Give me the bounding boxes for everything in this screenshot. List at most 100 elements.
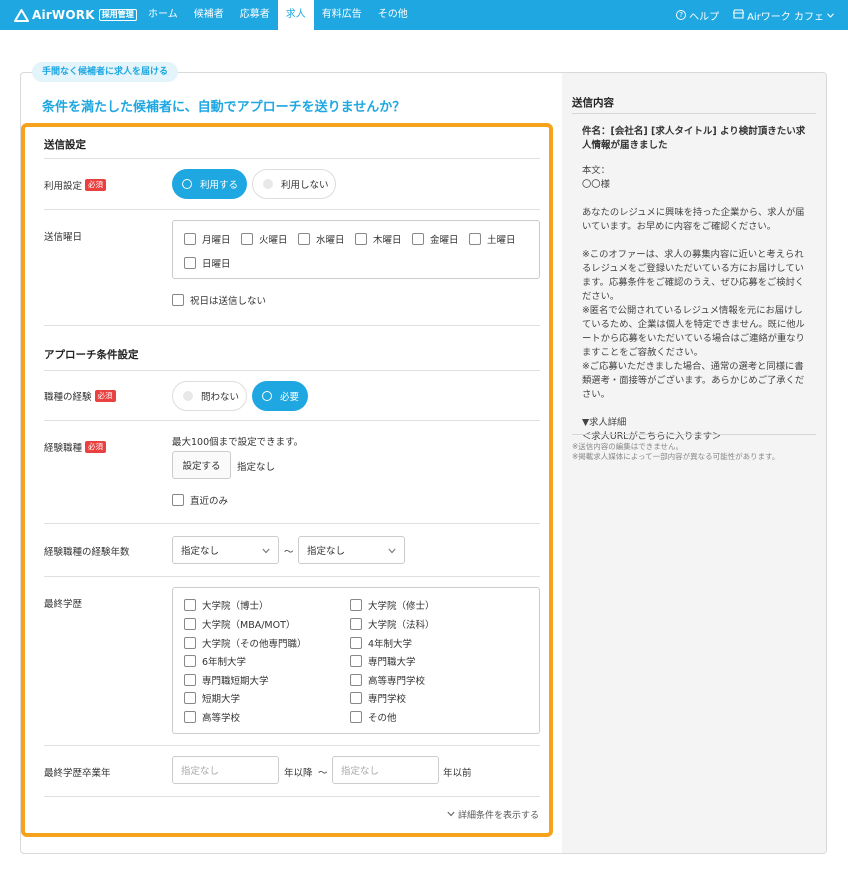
years-from-value: 指定なし bbox=[181, 546, 220, 557]
send-days-label: 送信曜日 bbox=[44, 232, 83, 243]
checkbox-icon bbox=[350, 692, 362, 704]
edu-checkbox[interactable]: 短期大学 bbox=[184, 691, 240, 705]
edu-label: 高等学校 bbox=[202, 713, 241, 724]
set-jobs-button[interactable]: 設定する bbox=[172, 451, 231, 479]
checkbox-icon bbox=[350, 637, 362, 649]
checkbox-icon bbox=[172, 494, 184, 506]
divider bbox=[44, 325, 540, 326]
approach-title: アプローチ条件設定 bbox=[44, 349, 139, 361]
edu-checkbox[interactable]: 高等専門学校 bbox=[350, 673, 425, 687]
checkbox-icon bbox=[184, 692, 196, 704]
edu-checkbox[interactable]: その他 bbox=[350, 710, 397, 724]
edu-checkbox[interactable]: 高等学校 bbox=[184, 710, 240, 724]
divider bbox=[572, 434, 816, 435]
edu-checkbox[interactable]: 大学院（修士） bbox=[350, 598, 435, 612]
body-paragraph: あなたのレジュメに興味を持った企業から、求人が届いています。お早めに内容をご確認… bbox=[582, 207, 805, 232]
body-paragraph: ※ご応募いただきました場合、通常の選考と同様に書類選考・面接等がございます。あら… bbox=[582, 361, 805, 400]
recent-only-checkbox[interactable]: 直近のみ bbox=[172, 493, 228, 507]
nav-applicants[interactable]: 応募者 bbox=[232, 0, 278, 30]
holiday-checkbox[interactable]: 祝日は送信しない bbox=[172, 293, 266, 307]
nav-candidates[interactable]: 候補者 bbox=[186, 0, 232, 30]
help-link[interactable]: ? ヘルプ bbox=[676, 8, 719, 23]
edu-label: その他 bbox=[368, 713, 397, 724]
experience-text: 職種の経験 bbox=[44, 392, 92, 403]
edu-checkbox[interactable]: 大学院（その他専門職） bbox=[184, 636, 307, 650]
divider bbox=[44, 370, 540, 371]
grad-separator: 〜 bbox=[318, 768, 328, 779]
day-checkbox-thu[interactable]: 木曜日 bbox=[355, 232, 402, 246]
edu-label: 大学院（その他専門職） bbox=[202, 639, 307, 650]
nav-jobs[interactable]: 求人 bbox=[277, 0, 314, 30]
checkbox-icon bbox=[469, 233, 481, 245]
required-badge: 必須 bbox=[85, 441, 107, 453]
day-checkbox-sat[interactable]: 土曜日 bbox=[469, 232, 516, 246]
note-line: ※送信内容の編集はできません。 bbox=[572, 442, 684, 451]
help-label: ヘルプ bbox=[689, 11, 720, 23]
edu-checkbox[interactable]: 大学院（法科） bbox=[350, 617, 435, 631]
required-badge: 必須 bbox=[85, 179, 107, 191]
radio-on-icon bbox=[182, 179, 192, 189]
years-from-select[interactable]: 指定なし bbox=[172, 536, 279, 564]
day-label: 水曜日 bbox=[316, 235, 345, 246]
checkbox-icon bbox=[184, 599, 196, 611]
edu-checkbox[interactable]: 6年制大学 bbox=[184, 654, 246, 668]
jobs-text: 経験職種 bbox=[44, 443, 83, 454]
exp-need-radio[interactable]: 必要 bbox=[252, 381, 308, 411]
edu-label: 専門職大学 bbox=[368, 657, 416, 668]
exp-any-radio[interactable]: 問わない bbox=[172, 381, 247, 411]
store-menu[interactable]: Airワーク カフェ bbox=[732, 8, 834, 23]
years-to-select[interactable]: 指定なし bbox=[298, 536, 405, 564]
education-label: 最終学歴 bbox=[44, 599, 83, 610]
day-checkbox-tue[interactable]: 火曜日 bbox=[241, 232, 288, 246]
nav-others[interactable]: その他 bbox=[370, 0, 416, 30]
nav-home[interactable]: ホーム bbox=[140, 0, 186, 30]
grad-to-input[interactable]: 指定なし bbox=[332, 756, 439, 784]
edu-checkbox[interactable]: 大学院（MBA/MOT） bbox=[184, 617, 295, 631]
tagline-badge: 手間なく候補者に求人を届ける bbox=[32, 62, 179, 82]
store-name: Airワーク カフェ bbox=[747, 11, 824, 23]
divider bbox=[44, 158, 540, 159]
chevron-down-icon bbox=[388, 546, 396, 557]
day-label: 土曜日 bbox=[487, 235, 516, 246]
logo[interactable]: AirWORK 採用管理 bbox=[14, 8, 140, 22]
logo-text: AirWORK bbox=[32, 8, 95, 22]
logo-mark-icon bbox=[14, 8, 29, 22]
checkbox-icon bbox=[184, 257, 196, 269]
show-more-label: 詳細条件を表示する bbox=[457, 811, 539, 821]
day-label: 金曜日 bbox=[430, 235, 459, 246]
edu-checkbox[interactable]: 大学院（博士） bbox=[184, 598, 269, 612]
divider bbox=[44, 745, 540, 746]
years-label: 経験職種の経験年数 bbox=[44, 547, 130, 558]
edu-label: 高等専門学校 bbox=[368, 676, 426, 687]
edu-checkbox[interactable]: 専門学校 bbox=[350, 691, 406, 705]
day-checkbox-fri[interactable]: 金曜日 bbox=[412, 232, 459, 246]
use-on-label: 利用する bbox=[200, 180, 239, 191]
grad-to-suffix: 年以前 bbox=[443, 768, 472, 779]
edu-checkbox[interactable]: 4年制大学 bbox=[350, 636, 412, 650]
use-off-radio[interactable]: 利用しない bbox=[252, 169, 336, 199]
radio-on-icon bbox=[262, 391, 272, 401]
use-on-radio[interactable]: 利用する bbox=[172, 169, 247, 199]
checkbox-icon bbox=[350, 618, 362, 630]
edu-label: 大学院（修士） bbox=[368, 601, 435, 612]
body-label: 本文： bbox=[582, 165, 610, 176]
nav-paid-ads[interactable]: 有料広告 bbox=[314, 0, 370, 30]
checkbox-icon bbox=[355, 233, 367, 245]
divider bbox=[44, 796, 540, 797]
use-setting-text: 利用設定 bbox=[44, 181, 83, 192]
logo-badge: 採用管理 bbox=[98, 9, 137, 21]
use-off-label: 利用しない bbox=[281, 180, 329, 191]
edu-label: 4年制大学 bbox=[368, 639, 413, 650]
show-more-conditions[interactable]: 詳細条件を表示する bbox=[447, 808, 539, 821]
grad-from-input[interactable]: 指定なし bbox=[172, 756, 279, 784]
day-checkbox-mon[interactable]: 月曜日 bbox=[184, 232, 231, 246]
checkbox-icon bbox=[350, 674, 362, 686]
radio-off-icon bbox=[263, 179, 273, 189]
day-checkbox-sun[interactable]: 日曜日 bbox=[184, 256, 231, 270]
edu-checkbox[interactable]: 専門職大学 bbox=[350, 654, 416, 668]
day-label: 月曜日 bbox=[202, 235, 231, 246]
experience-label: 職種の経験 必須 bbox=[44, 389, 116, 403]
edu-checkbox[interactable]: 専門職短期大学 bbox=[184, 673, 269, 687]
day-checkbox-wed[interactable]: 水曜日 bbox=[298, 232, 345, 246]
body-paragraph: ※匿名で公開されているレジュメ情報を元にお届けしているため、企業は個人を特定でき… bbox=[582, 305, 805, 358]
